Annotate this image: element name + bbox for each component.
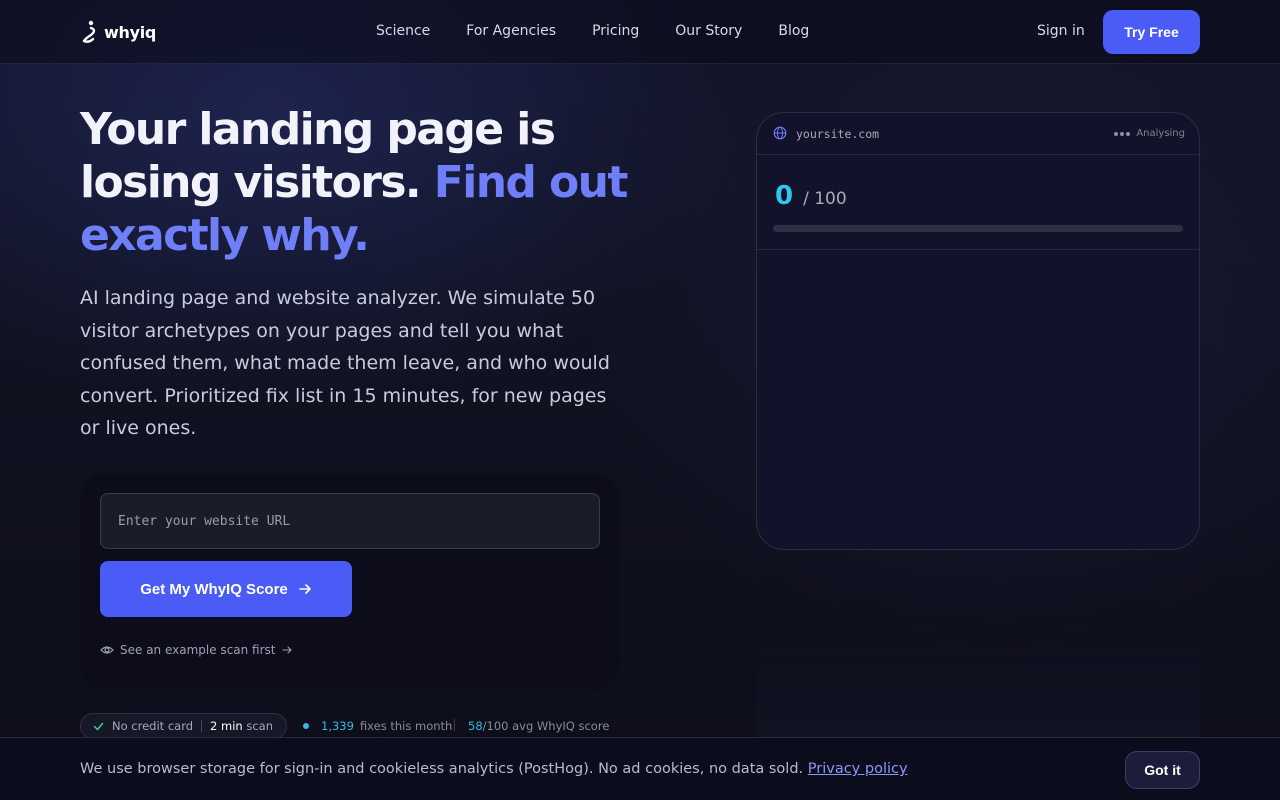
cookie-text: We use browser storage for sign-in and c… bbox=[80, 761, 908, 777]
preview-url: yoursite.com bbox=[796, 127, 880, 141]
score-progress-bar bbox=[773, 225, 1183, 232]
badge-divider bbox=[201, 720, 203, 732]
loading-dots-icon bbox=[1114, 131, 1131, 136]
live-dot-icon bbox=[303, 723, 309, 729]
score-value: 0 bbox=[775, 181, 794, 211]
stat-divider bbox=[454, 719, 455, 731]
analysing-label: Analysing bbox=[1136, 128, 1185, 139]
got-it-button[interactable]: Got it bbox=[1125, 751, 1200, 789]
example-scan-link[interactable]: See an example scan first bbox=[100, 643, 292, 657]
get-score-button[interactable]: Get My WhyIQ Score bbox=[100, 561, 352, 617]
preview-divider bbox=[757, 249, 1199, 250]
brand-name: whyiq bbox=[104, 22, 157, 42]
scan-time-text: 2 min scan bbox=[210, 719, 273, 733]
top-nav: whyiq Science For Agencies Pricing Our S… bbox=[0, 0, 1280, 64]
fixes-stat: 1,339 fixes this month bbox=[303, 719, 452, 733]
nav-link-science[interactable]: Science bbox=[376, 23, 430, 39]
cookie-message: We use browser storage for sign-in and c… bbox=[80, 761, 804, 777]
arrow-right-icon bbox=[298, 584, 311, 594]
url-form-card: Get My WhyIQ Score See an example scan f… bbox=[80, 473, 620, 691]
preview-header: yoursite.com Analysing bbox=[757, 113, 1199, 155]
hero-subtitle: AI landing page and website analyzer. We… bbox=[80, 287, 610, 439]
hero-title-line1: Your landing page is bbox=[80, 104, 556, 155]
nav-links: Science For Agencies Pricing Our Story B… bbox=[376, 23, 809, 39]
logo-icon bbox=[82, 20, 96, 43]
website-url-input[interactable] bbox=[100, 493, 600, 549]
arrow-right-small-icon bbox=[281, 646, 292, 654]
score-max: / 100 bbox=[803, 189, 847, 209]
privacy-policy-link[interactable]: Privacy policy bbox=[808, 761, 908, 777]
score-row: 0 / 100 bbox=[775, 181, 847, 211]
globe-icon bbox=[773, 126, 787, 140]
analysis-preview-card: yoursite.com Analysing 0 / 100 bbox=[756, 112, 1200, 550]
cookie-banner: We use browser storage for sign-in and c… bbox=[0, 737, 1280, 800]
avg-score-stat: 58 /100 avg WhyIQ score bbox=[468, 719, 609, 733]
scan-time-bold: 2 min bbox=[210, 719, 243, 733]
get-score-label: Get My WhyIQ Score bbox=[140, 580, 288, 598]
trust-badge: No credit card 2 min scan bbox=[80, 713, 287, 739]
hero-title: Your landing page is losing visitors. Fi… bbox=[80, 103, 640, 262]
nav-link-pricing[interactable]: Pricing bbox=[592, 23, 639, 39]
avg-score-number: 58 bbox=[468, 719, 483, 733]
check-icon bbox=[93, 722, 104, 731]
sign-in-link[interactable]: Sign in bbox=[1037, 23, 1085, 39]
nav-link-blog[interactable]: Blog bbox=[778, 23, 809, 39]
example-scan-label: See an example scan first bbox=[120, 643, 276, 657]
hero-title-accent1: Find bbox=[433, 157, 537, 208]
no-credit-card-text: No credit card bbox=[112, 719, 194, 733]
scan-time-rest: scan bbox=[246, 719, 274, 733]
avg-score-label: /100 avg WhyIQ score bbox=[482, 719, 610, 733]
nav-link-our-story[interactable]: Our Story bbox=[675, 23, 742, 39]
try-free-button[interactable]: Try Free bbox=[1103, 10, 1200, 54]
logo[interactable]: whyiq bbox=[80, 20, 156, 44]
nav-link-for-agencies[interactable]: For Agencies bbox=[466, 23, 556, 39]
eye-icon bbox=[100, 646, 114, 654]
analysing-status: Analysing bbox=[1114, 128, 1185, 139]
hero-title-line2: losing visitors. bbox=[80, 157, 422, 208]
preview-shadow bbox=[756, 620, 1200, 750]
fixes-count: 1,339 bbox=[321, 719, 354, 733]
fixes-label: fixes this month bbox=[359, 719, 453, 733]
